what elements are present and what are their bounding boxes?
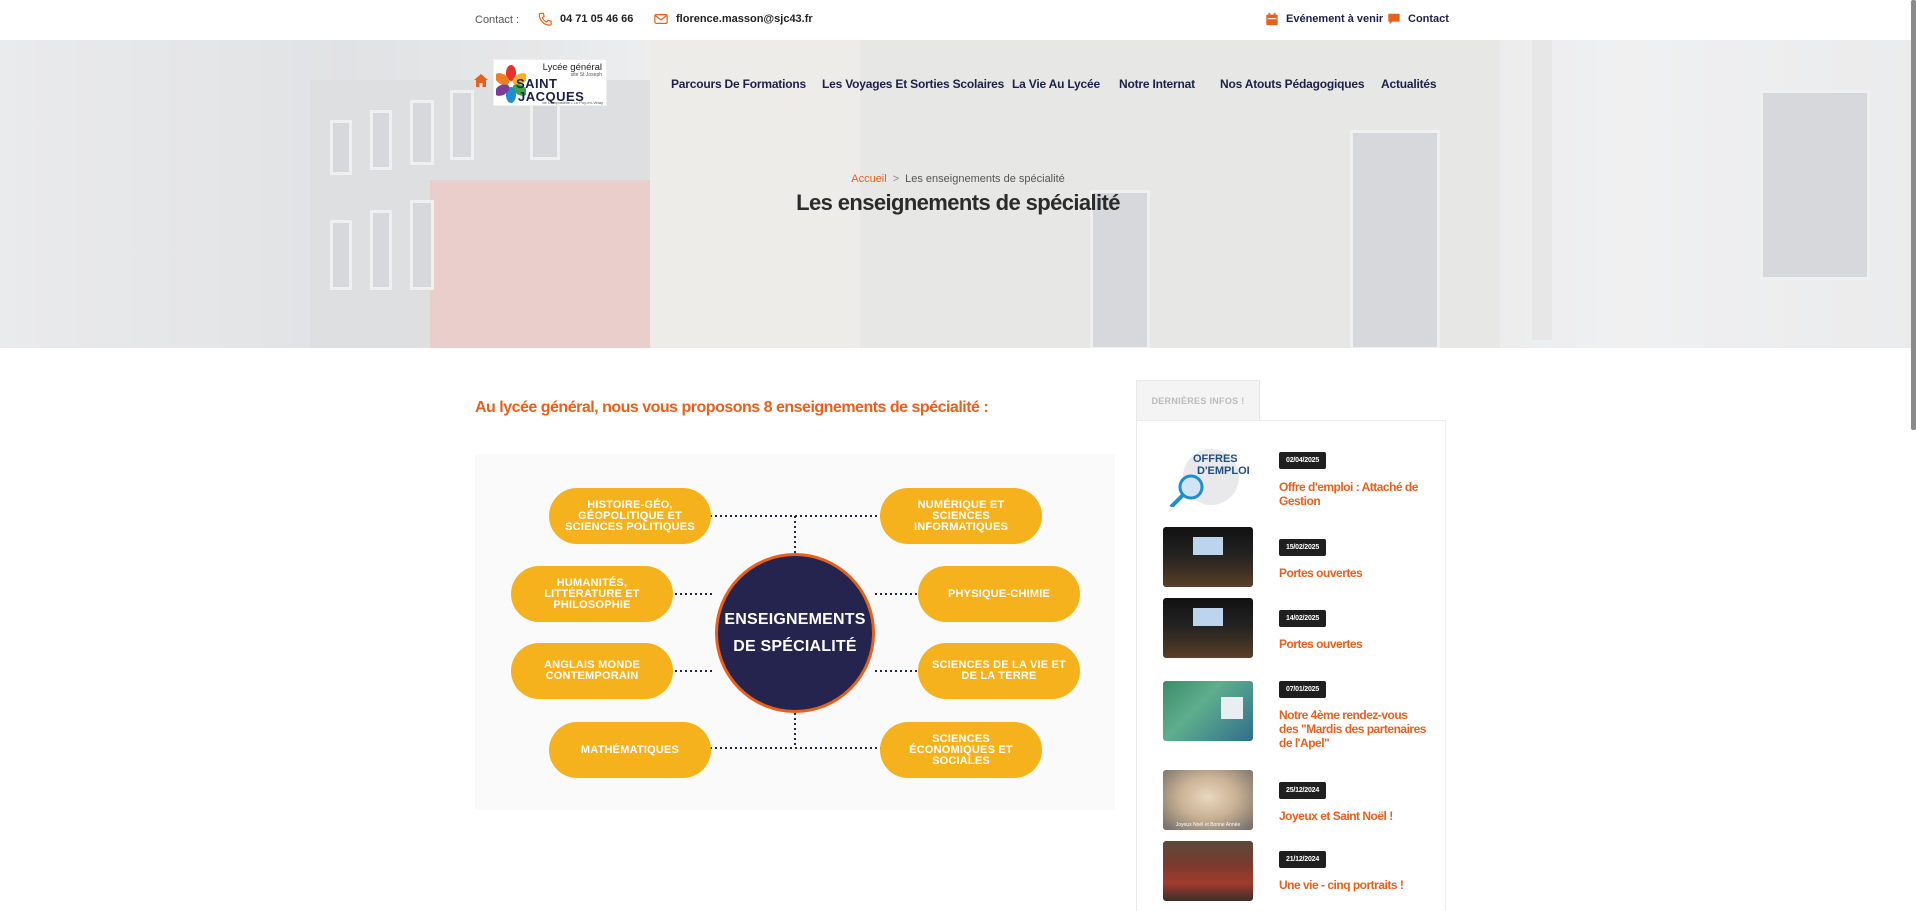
- news-date: 02/04/2025: [1279, 452, 1327, 469]
- thumb-caption: Joyeux Noël et Bonne Année: [1175, 822, 1241, 828]
- specialty-histoire-geo: HISTOIRE-GÉO, GÉOPOLITIQUE ET SCIENCES P…: [549, 488, 711, 544]
- news-thumbnail: Joyeux Noël et Bonne Année: [1163, 770, 1253, 830]
- news-date: 07/01/2025: [1279, 681, 1327, 698]
- contact-label: Contact :: [475, 14, 520, 26]
- envelope-icon: [654, 14, 668, 24]
- page-scrollbar[interactable]: [1911, 0, 1916, 430]
- news-date: 21/12/2024: [1279, 851, 1327, 868]
- nav-item-actualites[interactable]: Actualités: [1381, 77, 1437, 93]
- specialty-mathematiques: MATHÉMATIQUES: [549, 722, 711, 778]
- phone-number: 04 71 05 46 66: [560, 13, 634, 25]
- email-link[interactable]: florence.masson@sjc43.fr: [654, 12, 813, 26]
- diagram-center-line-1: ENSEIGNEMENTS: [724, 611, 866, 628]
- chat-bubble-icon: [1388, 13, 1400, 25]
- page-title: Les enseignements de spécialité: [796, 190, 1120, 215]
- news-title[interactable]: Portes ouvertes: [1279, 637, 1429, 651]
- news-date: 25/12/2024: [1279, 782, 1327, 799]
- page: Contact : 04 71 05 46 66 florence.masson…: [0, 0, 1916, 911]
- news-thumbnail: OFFRES D'EMPLOI: [1163, 447, 1253, 507]
- top-bar: Contact : 04 71 05 46 66 florence.masson…: [0, 0, 1916, 40]
- contact-link-label: Contact: [1408, 13, 1449, 25]
- specialty-diagram: HISTOIRE-GÉO, GÉOPOLITIQUE ET SCIENCES P…: [475, 454, 1115, 810]
- news-thumbnail: [1163, 841, 1253, 901]
- phone-icon: [538, 12, 552, 26]
- logo-line-2: site St Joseph: [570, 72, 602, 78]
- nav-item-atouts[interactable]: Nos Atouts Pédagogiques: [1220, 77, 1365, 93]
- logo-line-5: de Compostelle • Le Puy-en-Velay: [542, 100, 603, 105]
- intro-heading: Au lycée général, nous vous proposons 8 …: [475, 399, 989, 416]
- news-title[interactable]: Portes ouvertes: [1279, 566, 1429, 580]
- thumb-screen: [1193, 608, 1223, 626]
- specialty-nsi: NUMÉRIQUE ET SCIENCES INFORMATIQUES: [880, 488, 1042, 544]
- breadcrumb-home-link[interactable]: Accueil: [851, 173, 886, 185]
- nav-item-parcours[interactable]: Parcours De Formations: [671, 77, 806, 93]
- events-label: Evénement à venir: [1286, 13, 1384, 25]
- calendar-icon: [1266, 12, 1278, 26]
- home-icon[interactable]: [474, 74, 488, 87]
- news-title[interactable]: Offre d'emploi : Attaché de Gestion: [1279, 480, 1429, 508]
- news-title[interactable]: Une vie - cinq portraits !: [1279, 878, 1429, 892]
- news-title[interactable]: Joyeux et Saint Noël !: [1279, 809, 1429, 823]
- breadcrumb-current: Les enseignements de spécialité: [905, 173, 1065, 185]
- thumb-text-1: OFFRES: [1193, 453, 1238, 465]
- specialty-humanites: HUMANITÉS, LITTÉRATURE ET PHILOSOPHIE: [511, 566, 673, 622]
- events-link[interactable]: Evénement à venir: [1265, 12, 1383, 26]
- news-date: 15/02/2025: [1279, 539, 1327, 556]
- thumb-poster: [1221, 697, 1243, 719]
- thumb-screen: [1193, 537, 1223, 555]
- specialty-anglais: ANGLAIS MONDE CONTEMPORAIN: [511, 643, 673, 699]
- breadcrumb: Accueil > Les enseignements de spécialité: [0, 173, 1916, 185]
- nav-item-internat[interactable]: Notre Internat: [1119, 77, 1195, 93]
- specialty-physique-chimie: PHYSIQUE-CHIMIE: [918, 566, 1080, 622]
- specialty-ses: SCIENCES ÉCONOMIQUES ET SOCIALES: [880, 722, 1042, 778]
- sidebar-tab-latest[interactable]: DERNIÈRES INFOS !: [1136, 380, 1260, 420]
- phone-link[interactable]: 04 71 05 46 66: [538, 12, 633, 26]
- specialty-svt: SCIENCES DE LA VIE ET DE LA TERRE: [918, 643, 1080, 699]
- news-thumbnail: [1163, 527, 1253, 587]
- site-logo[interactable]: Lycée général site St Joseph SAINT JACQU…: [493, 59, 607, 106]
- contact-link[interactable]: Contact: [1387, 12, 1449, 26]
- breadcrumb-separator: >: [892, 173, 900, 185]
- email-address: florence.masson@sjc43.fr: [676, 13, 813, 25]
- news-thumbnail: [1163, 681, 1253, 741]
- thumb-text-2: D'EMPLOI: [1197, 465, 1250, 477]
- nav-item-voyages[interactable]: Les Voyages Et Sorties Scolaires: [822, 77, 1004, 93]
- news-title[interactable]: Notre 4ème rendez-vous des "Mardis des p…: [1279, 708, 1429, 750]
- news-thumbnail: [1163, 598, 1253, 658]
- news-date: 14/02/2025: [1279, 610, 1327, 627]
- nav-item-vie-au-lycee[interactable]: La Vie Au Lycée: [1012, 77, 1100, 93]
- diagram-center-line-2: DE SPÉCIALITÉ: [733, 638, 857, 655]
- diagram-center: ENSEIGNEMENTS DE SPÉCIALITÉ: [715, 553, 875, 713]
